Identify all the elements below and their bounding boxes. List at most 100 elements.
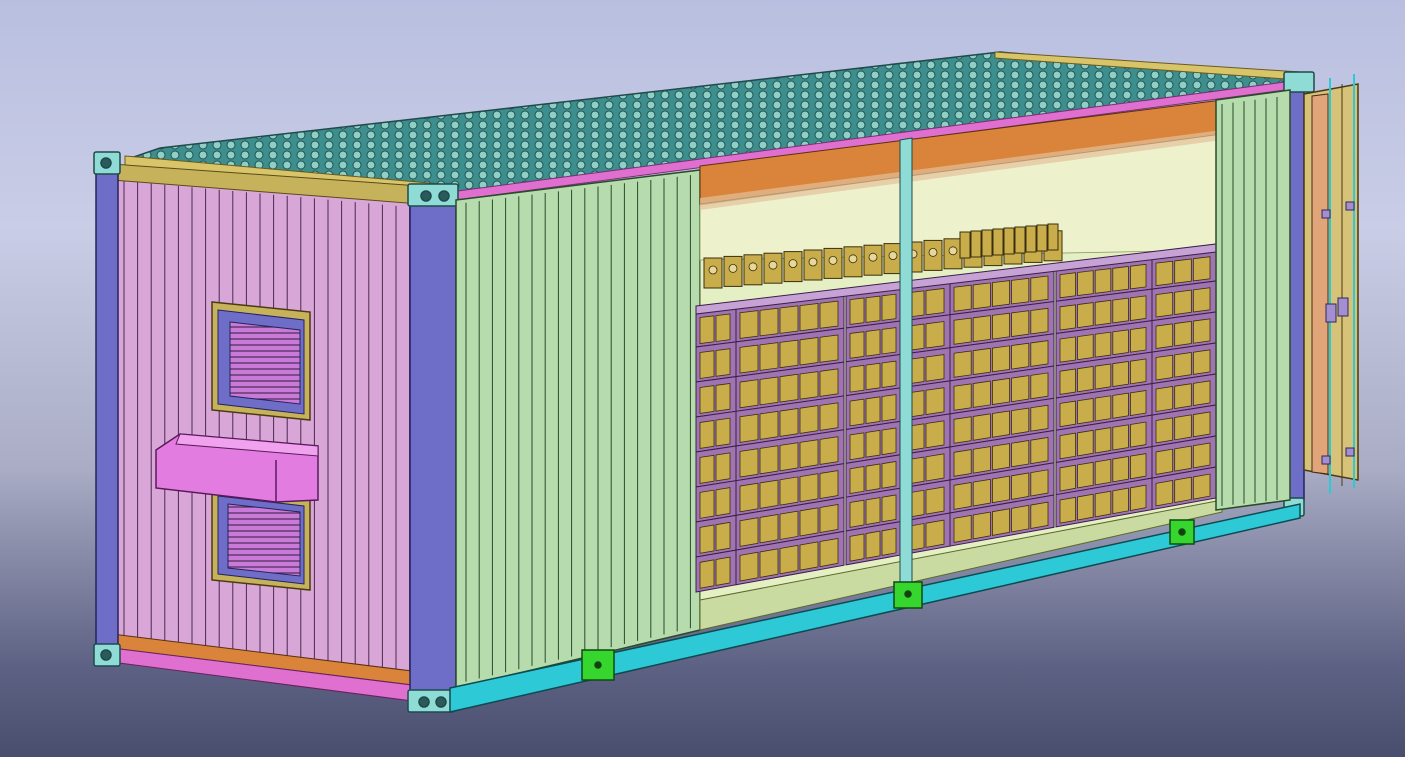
lower-louver-vent xyxy=(211,489,311,591)
battery-cell xyxy=(972,413,991,441)
battery-cell xyxy=(779,339,799,369)
battery-cell xyxy=(1174,320,1192,347)
battery-cell xyxy=(819,504,839,534)
battery-cell xyxy=(972,315,991,343)
battery-cell xyxy=(1011,440,1030,468)
battery-cell xyxy=(1030,340,1049,367)
battery-cell xyxy=(699,454,715,484)
battery-cell xyxy=(819,300,839,329)
battery-cell xyxy=(759,410,779,440)
battery-cell xyxy=(1011,342,1030,370)
battery-cell xyxy=(953,383,972,411)
battery-cell xyxy=(1192,473,1211,500)
battery-cell xyxy=(1174,258,1192,284)
battery-cell xyxy=(1112,487,1129,515)
battery-cell xyxy=(953,416,972,444)
battery-cell xyxy=(849,297,865,325)
battery-cell xyxy=(1059,368,1076,395)
battery-cell xyxy=(1059,336,1076,363)
cad-viewport[interactable] xyxy=(0,0,1405,757)
battery-terminal xyxy=(848,254,858,264)
end-wall xyxy=(111,171,421,691)
battery-cell xyxy=(1094,490,1112,518)
battery-cell xyxy=(881,327,897,355)
battery-cell xyxy=(715,313,731,342)
battery-cell xyxy=(819,368,839,397)
battery-cell xyxy=(865,463,881,492)
battery-cell xyxy=(1030,469,1049,497)
battery-cell xyxy=(849,432,865,461)
battery-cell xyxy=(1155,386,1174,412)
battery-cell xyxy=(1030,275,1049,302)
battery-cell xyxy=(799,405,819,434)
battery-cell xyxy=(715,556,731,586)
battery-cell xyxy=(1112,392,1129,419)
battery-cell xyxy=(1030,404,1049,432)
upper-louver-vent xyxy=(211,301,311,421)
battery-cell xyxy=(925,519,945,548)
battery-cell xyxy=(849,466,865,495)
side-wall-right-section xyxy=(1215,89,1291,511)
battery-cell xyxy=(881,394,897,422)
battery-module xyxy=(959,231,971,259)
battery-cell xyxy=(699,559,715,589)
battery-cell xyxy=(799,439,819,469)
battery-cell xyxy=(759,342,779,371)
battery-cell xyxy=(1011,310,1030,337)
battery-cell xyxy=(1030,372,1049,400)
battery-cell xyxy=(1130,295,1147,321)
battery-cell xyxy=(925,321,945,349)
battery-cell xyxy=(1155,323,1174,349)
battery-cell xyxy=(849,331,865,359)
battery-cell xyxy=(849,398,865,427)
battery-cell xyxy=(865,362,881,391)
battery-cell xyxy=(779,510,799,540)
battery-cell xyxy=(1155,448,1174,475)
battery-cell xyxy=(699,385,715,414)
battery-cell xyxy=(1011,504,1030,533)
battery-cell xyxy=(1077,366,1094,393)
battery-cell xyxy=(1192,349,1211,375)
battery-module xyxy=(970,230,982,258)
battery-cell xyxy=(1192,287,1211,313)
battery-cell xyxy=(953,317,972,345)
battery-cell xyxy=(1094,458,1112,486)
battery-cell xyxy=(953,449,972,477)
battery-cell xyxy=(1059,400,1076,428)
battery-terminal xyxy=(948,246,958,256)
battery-cell xyxy=(849,499,865,528)
battery-cell xyxy=(1059,432,1076,460)
battery-cell xyxy=(1059,272,1076,299)
battery-cell xyxy=(972,282,991,310)
battery-cell xyxy=(715,348,731,377)
battery-cell xyxy=(1130,390,1147,416)
battery-cell xyxy=(1094,395,1112,422)
battery-cell xyxy=(715,487,731,517)
battery-cell xyxy=(925,420,945,449)
battery-cell xyxy=(715,521,731,552)
battery-terminal xyxy=(828,255,838,265)
battery-cell xyxy=(881,494,897,523)
battery-cell xyxy=(881,460,897,489)
container-model xyxy=(93,51,1359,713)
battery-cell xyxy=(865,429,881,458)
battery-cell xyxy=(799,473,819,503)
battery-cell xyxy=(699,524,715,554)
battery-module xyxy=(1014,226,1026,254)
battery-cell xyxy=(849,533,865,562)
battery-terminal xyxy=(808,257,818,267)
battery-cell xyxy=(799,371,819,400)
battery-module xyxy=(1025,225,1037,253)
battery-cell xyxy=(1155,292,1174,318)
battery-cell xyxy=(779,442,799,472)
battery-cell xyxy=(865,396,881,424)
battery-cell xyxy=(925,354,945,382)
battery-cell xyxy=(1094,299,1112,326)
battery-cell xyxy=(819,334,839,363)
battery-module xyxy=(992,228,1004,256)
battery-cell xyxy=(1094,363,1112,390)
battery-cell xyxy=(1112,297,1129,324)
battery-cell xyxy=(992,443,1010,471)
battery-cell xyxy=(992,280,1010,307)
battery-cell xyxy=(1130,421,1147,448)
